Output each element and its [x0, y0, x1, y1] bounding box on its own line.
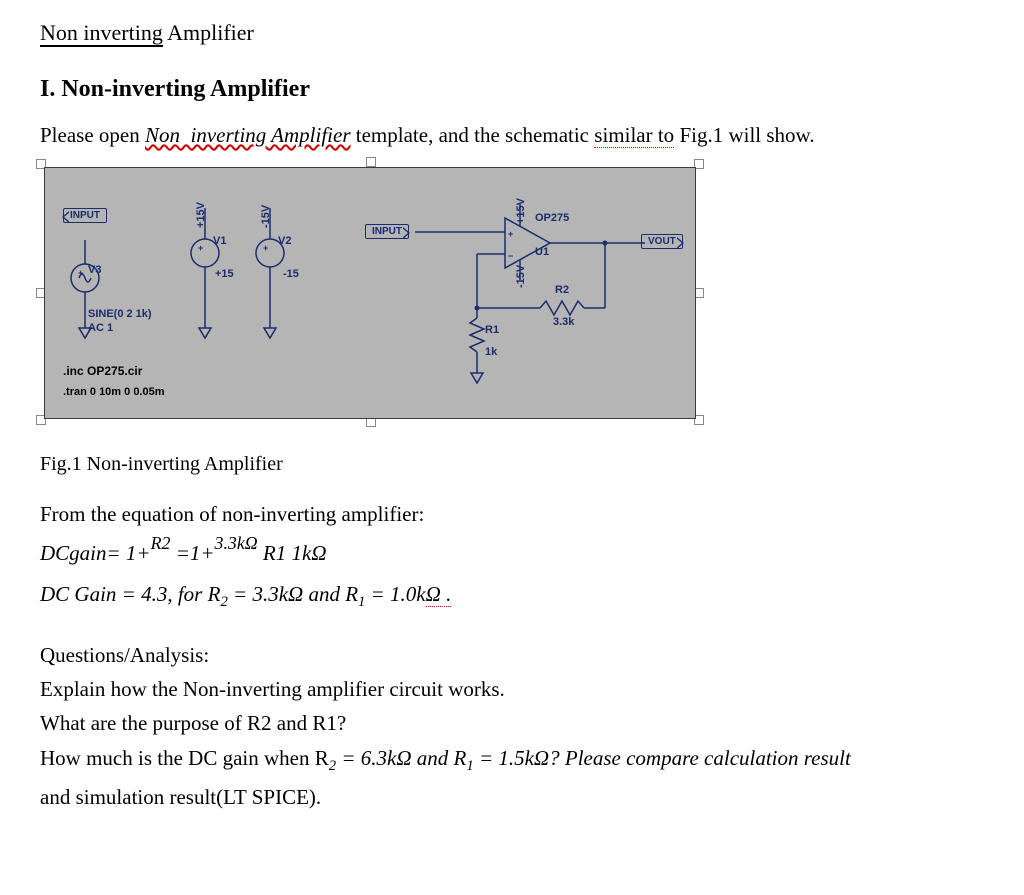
net-input-right: INPUT	[365, 224, 409, 239]
qa3-b: = 6.3kΩ and R	[336, 746, 466, 770]
spice-inc: .inc OP275.cir	[63, 364, 142, 378]
label-v1: V1	[213, 235, 226, 247]
intro-c: Fig.1 will show.	[674, 123, 814, 147]
label-r1: R1	[485, 324, 499, 336]
eq2-omega: Ω .	[426, 582, 452, 607]
document-page: Non inverting Amplifier I. Non-inverting…	[0, 0, 1024, 857]
qa-line-4: and simulation result(LT SPICE).	[40, 783, 984, 811]
figure-caption: Fig.1 Non-inverting Amplifier	[40, 453, 984, 476]
svg-text:+: +	[508, 229, 513, 239]
schematic-canvas: + + + +	[44, 167, 696, 419]
intro-link2: Amplifier	[266, 123, 350, 147]
label-v3: V3	[88, 264, 101, 276]
intro-b: template, and the schematic	[351, 123, 595, 147]
rail-plus15-u1: +15V	[515, 198, 527, 224]
eq2-c: = 1.0k	[365, 582, 425, 606]
spice-tran: .tran 0 10m 0 0.05m	[63, 386, 165, 398]
eq1-a: DCgain= 1+	[40, 541, 151, 565]
net-vout: VOUT	[641, 234, 683, 249]
svg-text:+: +	[198, 243, 203, 253]
label-r2: R2	[555, 284, 569, 296]
eq1-r2: R2	[151, 533, 171, 553]
eq1-val: 3.3kΩ	[215, 533, 258, 553]
main-title: Non inverting Amplifier	[40, 20, 984, 46]
eq2-b: = 3.3kΩ and R	[228, 582, 358, 606]
title-rest: Amplifier	[163, 20, 254, 45]
svg-text:−: −	[508, 251, 513, 261]
label-sine: SINE(0 2 1k)	[88, 308, 152, 320]
svg-text:+: +	[78, 268, 83, 278]
eq2-sub2: 2	[220, 594, 227, 610]
qa3-c: = 1.5kΩ? Please compare calculation resu…	[474, 746, 851, 770]
title-underlined: Non inverting	[40, 20, 163, 47]
qa3-a: How much is the DC gain when R	[40, 746, 329, 770]
section-heading: I. Non-inverting Amplifier	[40, 76, 984, 103]
qa-line-1: Explain how the Non-inverting amplifier …	[40, 675, 984, 703]
label-r1-val: 1k	[485, 346, 497, 358]
label-op275: OP275	[535, 212, 569, 224]
label-v2: V2	[278, 235, 291, 247]
label-ac1: AC 1	[88, 322, 113, 334]
eq2-a: DC Gain = 4.3, for R	[40, 582, 220, 606]
selection-handle-icon	[366, 157, 376, 167]
rail-minus15-v2: -15V	[260, 205, 272, 228]
label-plus15-val: +15	[215, 268, 234, 280]
intro-a: Please open	[40, 123, 145, 147]
eq1-b: =1+	[170, 541, 214, 565]
schematic-svg: + + + +	[45, 168, 697, 418]
equation-intro: From the equation of non-inverting ampli…	[40, 500, 984, 528]
label-r2-val: 3.3k	[553, 316, 574, 328]
schematic-container: + + + +	[40, 163, 700, 443]
eq1-r1: R1 1kΩ	[258, 541, 327, 565]
intro-similar: similar to	[594, 123, 674, 148]
qa-line-3: How much is the DC gain when R2 = 6.3kΩ …	[40, 744, 984, 777]
qa-line-2: What are the purpose of R2 and R1?	[40, 709, 984, 737]
label-u1: U1	[535, 246, 549, 258]
equation-2: DC Gain = 4.3, for R2 = 3.3kΩ and R1 = 1…	[40, 580, 984, 613]
qa3-sub1: 1	[466, 758, 473, 774]
rail-plus15-v1: +15V	[195, 202, 207, 228]
qa3-sub2: 2	[329, 758, 336, 774]
equation-1: DCgain= 1+R2 =1+3.3kΩ R1 1kΩ	[40, 541, 984, 566]
intro-paragraph: Please open Non inverting Amplifier temp…	[40, 121, 984, 149]
svg-text:+: +	[263, 243, 268, 253]
label-minus15-val: -15	[283, 268, 299, 280]
intro-link1: Non inverting	[145, 123, 266, 147]
rail-minus15-u1: -15V	[515, 265, 527, 288]
net-input-left: INPUT	[63, 208, 107, 223]
qa-heading: Questions/Analysis:	[40, 641, 984, 669]
